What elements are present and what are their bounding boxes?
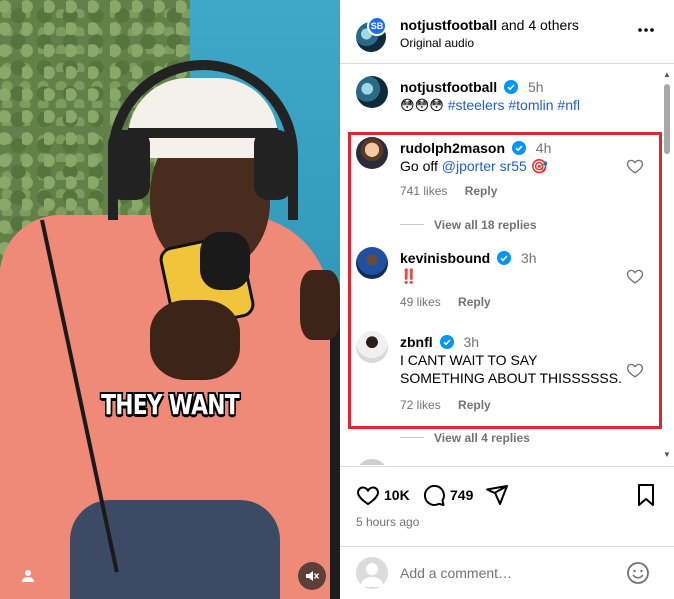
comment-avatar[interactable] — [356, 459, 388, 465]
speaker-arm — [300, 270, 340, 340]
scroll-down-icon[interactable]: ▼ — [663, 450, 671, 459]
like-count[interactable]: 10K — [384, 487, 410, 503]
caption-text: 😳😳😳 #steelers #tomlin #nfl — [400, 96, 620, 114]
comment-composer — [340, 546, 674, 599]
caption-header: notjustfootball 5h — [400, 78, 620, 96]
caption-hashtags[interactable]: #steelers #tomlin #nfl — [448, 97, 580, 113]
post-panel: SB notjustfootball and 4 others Original… — [340, 0, 674, 599]
comments-scrollbar[interactable]: ▲ ▼ — [662, 70, 672, 462]
comments-list[interactable]: notjustfootball 5h 😳😳😳 #steelers #tomlin… — [340, 65, 674, 465]
post-caption: notjustfootball 5h 😳😳😳 #steelers #tomlin… — [340, 65, 660, 125]
speaker-hand — [150, 300, 240, 380]
caption-time: 5h — [527, 79, 544, 95]
like-action: 10K — [356, 483, 410, 507]
header-account-link[interactable]: notjustfootball — [400, 17, 497, 33]
comment-action: 749 — [422, 483, 473, 507]
action-bar: 10K 749 5 hours ago — [340, 466, 674, 546]
post-header: SB notjustfootball and 4 others Original… — [340, 0, 674, 64]
video-caption: THEY WANT — [101, 388, 239, 421]
highlight-box — [348, 132, 662, 429]
like-heart-icon[interactable] — [356, 483, 380, 507]
scrollbar-thumb[interactable] — [664, 84, 670, 154]
mute-icon[interactable] — [298, 562, 326, 590]
more-options-icon[interactable] — [634, 20, 658, 44]
microphone — [200, 232, 250, 290]
caption-avatar[interactable] — [356, 76, 388, 108]
collab-avatar-label: SB — [370, 21, 384, 31]
save-action — [635, 483, 657, 507]
collab-avatar[interactable]: SB — [367, 16, 387, 36]
comment-bubble-icon[interactable] — [422, 483, 446, 507]
headset-earcup-left — [108, 130, 150, 200]
headset-earcup-right — [254, 130, 292, 200]
comment-input[interactable] — [400, 561, 620, 585]
share-action — [485, 483, 509, 507]
bookmark-icon[interactable] — [635, 483, 657, 507]
caption-username[interactable]: notjustfootball — [400, 79, 497, 95]
view-replies-button[interactable]: View all 4 replies — [400, 431, 530, 445]
verified-badge-icon — [504, 80, 519, 94]
header-title: notjustfootball and 4 others — [400, 17, 579, 33]
tagged-people-icon[interactable] — [18, 566, 38, 586]
share-icon[interactable] — [485, 483, 509, 507]
header-others-link[interactable]: and 4 others — [501, 17, 579, 33]
caption-emojis: 😳😳😳 — [400, 97, 444, 113]
comment-count: 749 — [450, 487, 474, 503]
audio-link[interactable]: Original audio — [400, 36, 474, 50]
scroll-up-icon[interactable]: ▲ — [663, 70, 671, 79]
emoji-picker-icon[interactable] — [626, 561, 650, 585]
speaker-pants — [70, 500, 280, 599]
reel-video[interactable]: THEY WANT — [0, 0, 340, 599]
user-avatar — [356, 557, 388, 589]
post-timestamp: 5 hours ago — [356, 515, 420, 529]
